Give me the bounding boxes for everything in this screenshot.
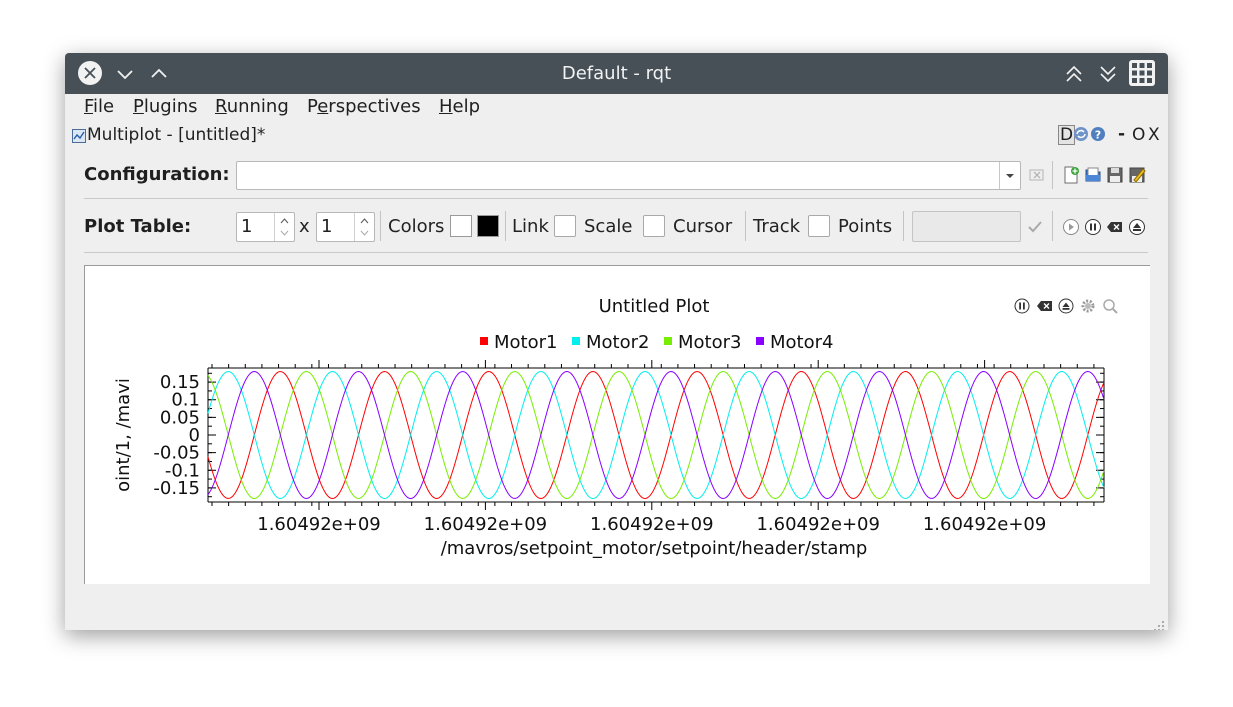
clear-icon[interactable]: [1106, 218, 1124, 236]
clear-config-icon[interactable]: [1028, 166, 1046, 184]
plot-axes: 1.60492e+09 1.60492e+09 1.60492e+09 1.60492…: [153, 360, 1105, 535]
double-chevron-down-icon[interactable]: [1096, 62, 1120, 86]
app-grid-icon[interactable]: [1129, 60, 1155, 86]
play-icon[interactable]: [1062, 218, 1080, 236]
help-icon[interactable]: ?: [1090, 126, 1106, 142]
series-line-motor1: [207, 371, 1105, 499]
dock-minimize-button[interactable]: -: [1118, 124, 1125, 144]
legend-label-motor1: Motor1: [494, 332, 557, 353]
menu-bar: File Plugins Running Perspectives Help: [65, 94, 1168, 120]
x-tick-label: 1.60492e+09: [257, 514, 381, 535]
x-tick-label: 1.60492e+09: [756, 514, 880, 535]
menu-perspectives[interactable]: Perspectives: [307, 96, 421, 117]
reload-icon[interactable]: [1073, 126, 1089, 142]
configuration-combobox[interactable]: [236, 161, 1021, 190]
toolbar-separator: [903, 211, 904, 241]
legend-swatch-motor2: [572, 337, 580, 345]
link-checkbox[interactable]: [554, 215, 576, 237]
rows-value: 1: [241, 216, 253, 237]
menu-file[interactable]: File: [84, 96, 114, 117]
dock-title: Multiplot - [untitled]*: [87, 125, 266, 145]
plot-canvas[interactable]: Untitled Plot Motor1 Motor2 Motor3 Motor4 1…: [85, 266, 1150, 584]
toolbar-separator: [505, 211, 506, 241]
toolbar-separator: [1052, 211, 1053, 241]
svg-text:?: ?: [1095, 129, 1101, 142]
x-tick-label: 1.60492e+09: [923, 514, 1047, 535]
plot-widget[interactable]: Untitled Plot Motor1 Motor2 Motor3 Motor4 1…: [84, 265, 1150, 584]
legend-label-motor2: Motor2: [586, 332, 649, 353]
dock-float-button[interactable]: O: [1132, 125, 1145, 145]
x-tick-label: 1.60492e+09: [590, 514, 714, 535]
track-label: Track: [753, 216, 801, 237]
legend-label-motor3: Motor3: [678, 332, 741, 353]
spin-arrows-icon[interactable]: [274, 213, 294, 241]
dock-header: Multiplot - [untitled]* D ? - O X: [65, 123, 1168, 147]
series-line-motor3: [207, 371, 1105, 499]
legend-swatch-motor4: [756, 337, 764, 345]
toolbar-separator: [380, 211, 381, 241]
cursor-label: Cursor: [673, 216, 733, 237]
legend-label-motor4: Motor4: [770, 332, 833, 353]
save-as-config-icon[interactable]: [1128, 166, 1146, 184]
plot-series: [207, 371, 1105, 499]
plot-eject-icon[interactable]: [1058, 298, 1074, 314]
series-line-motor2: [207, 371, 1105, 499]
save-config-icon[interactable]: [1106, 166, 1124, 184]
double-chevron-up-icon[interactable]: [1062, 62, 1086, 86]
plot-clear-icon[interactable]: [1037, 301, 1052, 311]
toolbar-divider: [84, 252, 1148, 253]
plot-plugin-icon: [72, 128, 86, 143]
menu-plugins[interactable]: Plugins: [133, 96, 197, 117]
x-tick-label: 1.60492e+09: [424, 514, 548, 535]
plot-zoom-icon[interactable]: [1103, 299, 1118, 314]
link-label: Link: [512, 216, 549, 237]
value-input[interactable]: [912, 211, 1021, 242]
legend-swatch-motor1: [480, 337, 488, 345]
toolbar-separator: [1052, 161, 1053, 189]
points-label: Points: [838, 216, 893, 237]
dock-close-button[interactable]: X: [1148, 125, 1160, 145]
plot-pause-icon[interactable]: [1014, 298, 1030, 314]
menu-help[interactable]: Help: [439, 96, 480, 117]
cols-value: 1: [321, 216, 333, 237]
apply-check-icon[interactable]: [1026, 218, 1044, 236]
cols-spinbox[interactable]: 1: [316, 212, 375, 242]
toolbar-divider: [84, 198, 1148, 199]
rqt-window: Default - rqt File Plugins Running Persp…: [65, 53, 1168, 630]
window-title: Default - rqt: [561, 63, 672, 84]
toolbar-separator: [745, 211, 746, 241]
x-axis-label: /mavros/setpoint_motor/setpoint/header/s…: [441, 538, 868, 559]
y-tick-label: -0.15: [153, 478, 200, 499]
rows-spinbox[interactable]: 1: [236, 212, 295, 242]
legend-swatch-motor3: [664, 337, 672, 345]
colors-label: Colors: [388, 216, 445, 237]
spin-arrows-icon[interactable]: [354, 213, 374, 241]
resize-grip-icon[interactable]: [1154, 616, 1164, 630]
title-bar[interactable]: Default - rqt: [65, 53, 1168, 94]
times-label: x: [299, 216, 310, 237]
series-line-motor4: [207, 371, 1105, 499]
scale-checkbox[interactable]: [643, 215, 665, 237]
menu-running[interactable]: Running: [215, 96, 289, 117]
plot-legend: Motor1 Motor2 Motor3 Motor4: [480, 332, 833, 353]
eject-icon[interactable]: [1128, 218, 1146, 236]
scale-label: Scale: [584, 216, 633, 237]
plot-table-label: Plot Table:: [84, 216, 192, 237]
y-axis-label: oint/1, /mavi: [113, 378, 134, 492]
plot-title: Untitled Plot: [599, 296, 710, 317]
plot-settings-gear-icon[interactable]: [1081, 299, 1095, 313]
open-config-icon[interactable]: [1084, 166, 1102, 184]
dropdown-arrow-icon[interactable]: [999, 162, 1020, 189]
background-color-swatch[interactable]: [450, 215, 472, 237]
configuration-label: Configuration:: [84, 164, 230, 185]
foreground-color-swatch[interactable]: [477, 215, 499, 237]
track-checkbox[interactable]: [808, 215, 830, 237]
new-config-icon[interactable]: [1062, 166, 1080, 184]
pause-icon[interactable]: [1084, 218, 1102, 236]
